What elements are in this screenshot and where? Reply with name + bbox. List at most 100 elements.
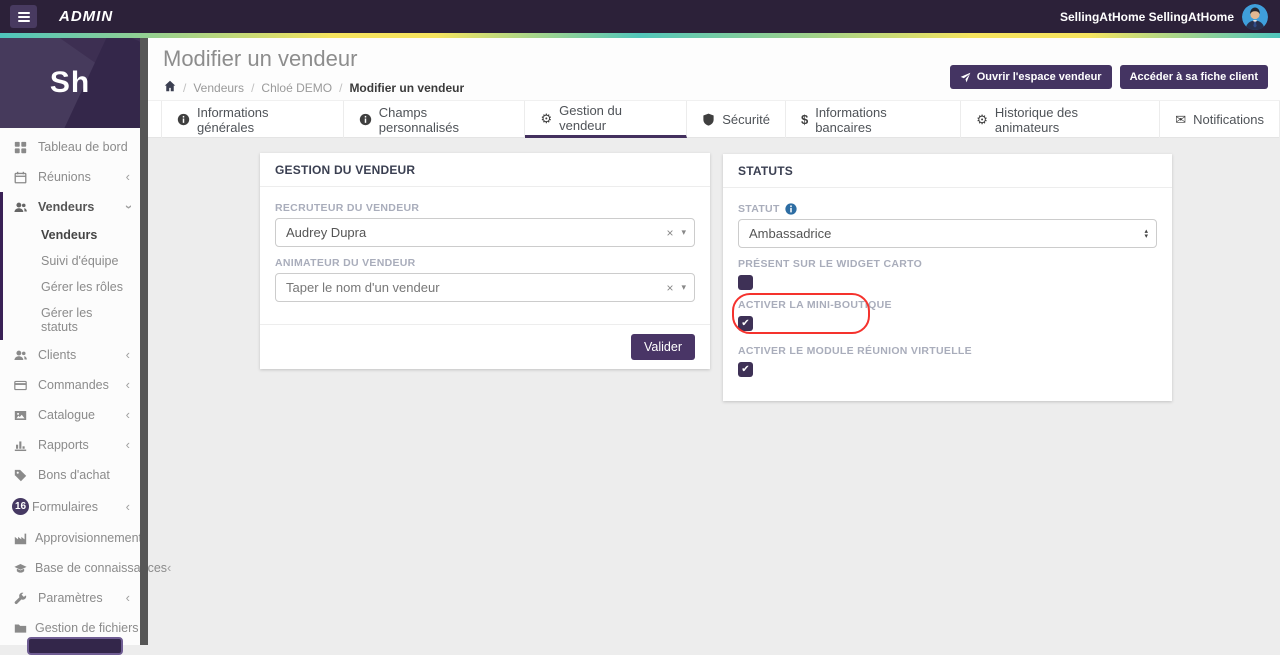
wrench-icon	[14, 592, 30, 605]
sidebar-item-label: Commandes	[38, 378, 109, 392]
sidebar-item-label: Formulaires	[32, 499, 98, 514]
sidebar-item-label: Rapports	[38, 438, 89, 452]
chevron-left-icon: ‹	[125, 407, 130, 422]
grid-icon	[14, 141, 30, 154]
calendar-icon	[14, 171, 30, 184]
checkbox-checked[interactable]: ✔	[738, 316, 753, 331]
checkmark-icon: ✔	[741, 317, 750, 329]
tab-label: Notifications	[1193, 112, 1264, 127]
tab-champs-personnalis-s[interactable]: Champs personnalisés	[344, 101, 526, 138]
breadcrumb: / Vendeurs / Chloé DEMO / Modifier un ve…	[164, 80, 464, 95]
tab-informations-bancaires[interactable]: $ Informations bancaires	[786, 101, 962, 138]
users-icon	[14, 349, 30, 362]
tab-label: Historique des animateurs	[994, 104, 1079, 135]
sidebar-item-vendeurs[interactable]: Vendeurs ‹	[3, 192, 140, 222]
home-icon[interactable]	[164, 80, 176, 95]
breadcrumb-current: Modifier un vendeur	[349, 80, 465, 95]
sidebar-subitem-g-rer-les-statuts[interactable]: Gérer les statuts	[3, 300, 140, 340]
sidebar-item-formulaires[interactable]: 16 Formulaires ‹	[0, 490, 140, 523]
sidebar-bottom-button[interactable]	[27, 637, 123, 655]
sidebar-item-label: Bons d'achat	[38, 468, 110, 482]
access-client-file-button[interactable]: Accéder à sa fiche client	[1119, 65, 1268, 89]
chevron-left-icon: ‹	[125, 377, 130, 392]
open-vendor-space-button[interactable]: Ouvrir l'espace vendeur	[949, 65, 1112, 89]
folder-icon	[14, 622, 27, 635]
chart-icon	[14, 439, 30, 452]
main-content: Modifier un vendeur / Vendeurs / Chloé D…	[148, 38, 1280, 645]
tab-informations-g-n-rales[interactable]: Informations générales	[161, 101, 344, 138]
factory-icon	[14, 532, 27, 545]
tab-historique-des-animateurs[interactable]: ⚙ Historique des animateurs	[961, 101, 1161, 138]
breadcrumb-vendeurs[interactable]: Vendeurs	[193, 81, 244, 95]
sidebar-menu: Tableau de bord Réunions ‹ Vendeurs ‹ Vendeur…	[0, 128, 171, 643]
user-avatar[interactable]	[1242, 3, 1268, 30]
sidebar-item-rapports[interactable]: Rapports ‹	[0, 430, 140, 460]
sidebar-item-clients[interactable]: Clients ‹	[0, 340, 140, 370]
sidebar-item-label: Réunions	[38, 170, 91, 184]
tab-bar: Informations générales Champs personnalis…	[148, 100, 1280, 138]
checkbox-unchecked[interactable]	[738, 275, 753, 290]
tab-label: Informations générales	[197, 104, 269, 135]
hamburger-menu-icon[interactable]	[10, 5, 37, 28]
clear-icon[interactable]: ×	[666, 226, 673, 240]
chevron-left-icon: ‹	[167, 560, 172, 575]
animator-select[interactable]: Taper le nom d'un vendeur × ▾	[275, 273, 695, 302]
sidebar-item-tableau-de-bord[interactable]: Tableau de bord	[0, 132, 140, 162]
sidebar-item-param-tres[interactable]: Paramètres ‹	[0, 583, 140, 613]
sidebar-scrollbar[interactable]	[140, 38, 148, 645]
chevron-down-icon: ‹	[119, 204, 135, 210]
card-title: STATUTS	[723, 154, 1172, 188]
recruiter-select[interactable]: Audrey Dupra × ▾	[275, 218, 695, 247]
sidebar-item-label: Clients	[38, 348, 77, 362]
tab-notifications[interactable]: ✉ Notifications	[1160, 101, 1280, 138]
info-icon[interactable]	[785, 203, 797, 215]
sidebar-item-r-unions[interactable]: Réunions ‹	[0, 162, 140, 192]
clear-icon[interactable]: ×	[666, 281, 673, 295]
chevron-left-icon: ‹	[125, 498, 130, 514]
toggle-activer-la-mini-boutique: ACTIVER LA MINI-BOUTIQUE ✔	[732, 293, 1157, 334]
gradient-strip	[0, 33, 1280, 38]
tab-s-curit-[interactable]: Sécurité	[687, 101, 786, 138]
chevron-down-icon: ▾	[681, 227, 686, 237]
sort-arrows-icon: ▴ ▾	[1144, 227, 1148, 240]
person-avatar-icon	[1242, 3, 1268, 30]
checkbox-checked[interactable]: ✔	[738, 362, 753, 377]
chevron-left-icon: ‹	[125, 437, 130, 452]
forms-count-badge: 16	[12, 498, 29, 515]
sidebar-item-approvisionnement[interactable]: Approvisionnement‹	[0, 523, 146, 553]
top-navbar: ADMIN SellingAtHome SellingAtHome	[0, 0, 1280, 33]
toggle-pr-sent-sur-le-widget-carto: PRÉSENT SUR LE WIDGET CARTO	[738, 258, 1157, 290]
sidebar-item-label: Catalogue	[38, 408, 95, 422]
chevron-left-icon: ‹	[125, 169, 130, 184]
sidebar-subitem-suivi-d-quipe[interactable]: Suivi d'équipe	[3, 248, 140, 274]
sidebar-item-label: Tableau de bord	[38, 140, 128, 154]
sidebar: Sh Tableau de bord Réunions ‹ Vendeurs ‹ Vend…	[0, 38, 171, 655]
statuses-card: STATUTS STATUT Ambassadrice ▴ ▾ PRÉSENT S…	[723, 154, 1172, 401]
page-title: Modifier un vendeur	[163, 46, 358, 71]
tag-icon	[14, 469, 30, 482]
tab-label: Sécurité	[722, 112, 770, 127]
user-name[interactable]: SellingAtHome SellingAtHome	[1060, 10, 1234, 24]
sidebar-item-base-de-connaissances[interactable]: Base de connaissances ‹	[0, 553, 171, 583]
status-label: STATUT	[738, 203, 780, 215]
logo-text: Sh	[49, 66, 91, 99]
page-header: Modifier un vendeur / Vendeurs / Chloé D…	[148, 38, 1280, 100]
sidebar-item-label: Approvisionnement	[35, 531, 143, 545]
status-select[interactable]: Ambassadrice ▴ ▾	[738, 219, 1157, 248]
toggle-label: PRÉSENT SUR LE WIDGET CARTO	[738, 258, 923, 270]
sidebar-item-label: Paramètres	[38, 591, 103, 605]
app-logo[interactable]: Sh	[0, 38, 140, 128]
sidebar-item-bons-d-achat[interactable]: Bons d'achat	[0, 460, 140, 490]
toggle-activer-le-module-r-union-virtuelle: ACTIVER LE MODULE RÉUNION VIRTUELLE ✔	[738, 345, 1157, 377]
breadcrumb-vendor-name[interactable]: Chloé DEMO	[261, 81, 332, 95]
tab-label: Champs personnalisés	[378, 104, 459, 135]
sidebar-item-commandes[interactable]: Commandes ‹	[0, 370, 140, 400]
chevron-down-icon: ▾	[681, 282, 686, 292]
validate-button[interactable]: Valider	[631, 334, 695, 360]
sidebar-subitem-vendeurs[interactable]: Vendeurs	[3, 222, 140, 248]
info-circle-icon	[359, 113, 372, 126]
sidebar-item-catalogue[interactable]: Catalogue ‹	[0, 400, 140, 430]
tab-gestion-du-vendeur[interactable]: ⚙ Gestion du vendeur	[525, 101, 688, 138]
checkmark-icon: ✔	[741, 363, 750, 375]
sidebar-subitem-g-rer-les-r-les[interactable]: Gérer les rôles	[3, 274, 140, 300]
